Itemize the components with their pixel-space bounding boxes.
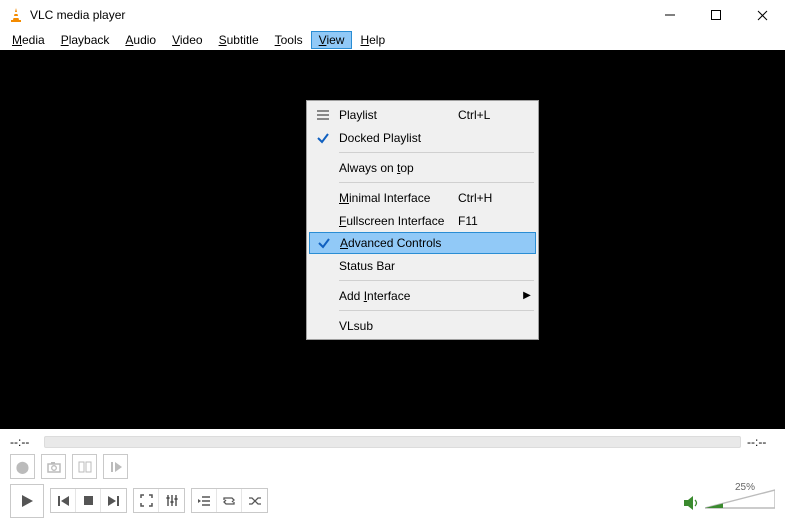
maximize-button[interactable] (693, 0, 739, 30)
menu-separator (339, 182, 534, 183)
menu-item-playlist[interactable]: PlaylistCtrl+L (309, 103, 536, 126)
menu-separator (339, 280, 534, 281)
shuffle-button[interactable] (242, 489, 267, 512)
fullscreen-button[interactable] (134, 489, 159, 512)
window-title: VLC media player (30, 8, 125, 22)
menu-item-label: Minimal Interface (337, 191, 458, 205)
menu-playback[interactable]: Playback (53, 31, 118, 49)
next-button[interactable] (101, 489, 126, 512)
vlc-cone-icon (8, 7, 24, 23)
stop-button[interactable] (76, 489, 101, 512)
loop-button[interactable] (217, 489, 242, 512)
submenu-arrow-icon: ▶ (518, 290, 536, 301)
check-icon (309, 131, 337, 145)
menu-separator (339, 152, 534, 153)
play-button[interactable] (10, 484, 44, 518)
menu-item-shortcut: F11 (458, 214, 518, 228)
close-button[interactable] (739, 0, 785, 30)
main-controls: 25% (0, 479, 785, 519)
check-icon (310, 236, 338, 250)
menu-audio[interactable]: Audio (117, 31, 164, 49)
menu-item-label: VLsub (337, 319, 458, 333)
menu-item-label: Status Bar (337, 259, 458, 273)
ext-settings-button[interactable] (159, 489, 184, 512)
menu-item-label: Always on top (337, 161, 458, 175)
menu-media[interactable]: Media (4, 31, 53, 49)
menu-item-label: Docked Playlist (337, 131, 458, 145)
menu-video[interactable]: Video (164, 31, 210, 49)
menu-item-advanced-controls[interactable]: Advanced Controls (309, 232, 536, 254)
menu-item-always-on-top[interactable]: Always on top (309, 156, 536, 179)
menu-help[interactable]: Help (352, 31, 393, 49)
menu-item-label: Add Interface (337, 289, 458, 303)
playlist-button[interactable] (192, 489, 217, 512)
menu-item-label: Fullscreen Interface (337, 214, 458, 228)
menu-view[interactable]: View (311, 31, 353, 49)
menu-item-status-bar[interactable]: Status Bar (309, 254, 536, 277)
menu-item-label: Playlist (337, 108, 458, 122)
prev-button[interactable] (51, 489, 76, 512)
frame-step-button[interactable] (103, 454, 128, 479)
advanced-controls: ⬤ (0, 451, 785, 479)
menu-separator (339, 310, 534, 311)
record-button[interactable]: ⬤ (10, 454, 35, 479)
menu-item-label: Advanced Controls (338, 236, 457, 250)
menu-item-minimal-interface[interactable]: Minimal InterfaceCtrl+H (309, 186, 536, 209)
playlist-group (191, 488, 268, 513)
volume-percent: 25% (735, 482, 755, 493)
seek-bar-row: --:-- --:-- (0, 429, 785, 451)
menu-item-fullscreen-interface[interactable]: Fullscreen InterfaceF11 (309, 209, 536, 232)
menu-item-shortcut: Ctrl+L (458, 108, 518, 122)
menu-bar: MediaPlaybackAudioVideoSubtitleToolsView… (0, 30, 785, 50)
minimize-button[interactable] (647, 0, 693, 30)
time-current[interactable]: --:-- (10, 435, 38, 449)
menu-item-docked-playlist[interactable]: Docked Playlist (309, 126, 536, 149)
menu-item-vlsub[interactable]: VLsub (309, 314, 536, 337)
view-group (133, 488, 185, 513)
menu-item-shortcut: Ctrl+H (458, 191, 518, 205)
menu-subtitle[interactable]: Subtitle (211, 31, 267, 49)
mute-button[interactable] (683, 496, 699, 513)
snapshot-button[interactable] (41, 454, 66, 479)
video-area: PlaylistCtrl+LDocked PlaylistAlways on t… (0, 50, 785, 429)
volume-area: 25% (683, 488, 775, 513)
title-bar: VLC media player (0, 0, 785, 30)
time-total[interactable]: --:-- (747, 435, 775, 449)
list-icon (309, 110, 337, 120)
seek-slider[interactable] (44, 436, 741, 448)
menu-tools[interactable]: Tools (267, 31, 311, 49)
view-menu-dropdown: PlaylistCtrl+LDocked PlaylistAlways on t… (306, 100, 539, 340)
menu-item-add-interface[interactable]: Add Interface ▶ (309, 284, 536, 307)
loop-ab-button[interactable] (72, 454, 97, 479)
playback-skip-group (50, 488, 127, 513)
